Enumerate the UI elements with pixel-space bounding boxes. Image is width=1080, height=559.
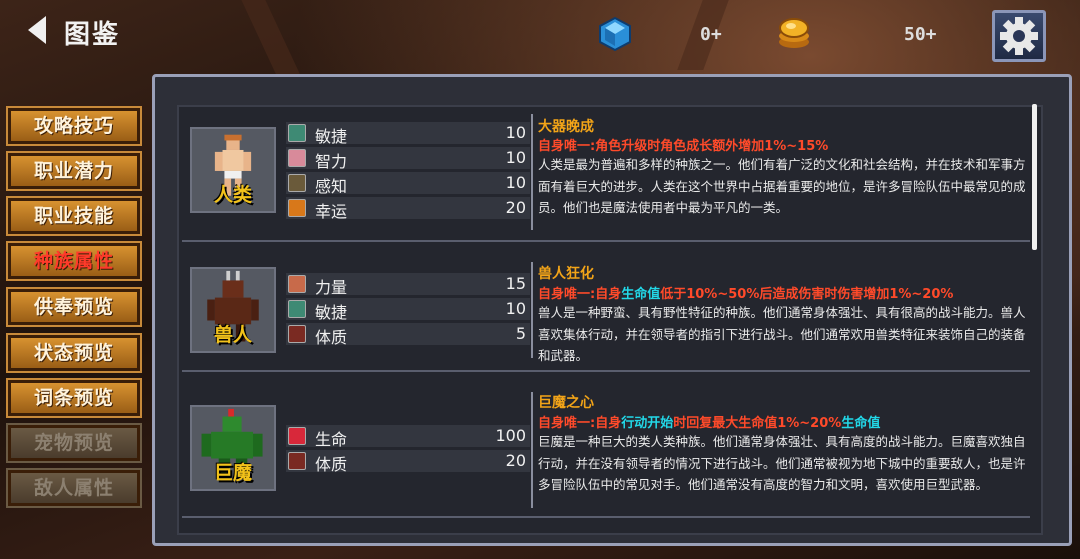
constitution-icon [288, 325, 306, 343]
luck-icon [288, 199, 306, 217]
trait-text: 低于10%~50%后造成伤害时伤害增加1%~20% [660, 287, 954, 302]
trait-text: 自身唯一:自身 [538, 416, 622, 431]
stat-name: 生命 [315, 430, 348, 449]
row-divider [182, 516, 1030, 518]
coin-icon [779, 18, 809, 48]
stat-name: 敏捷 [315, 303, 348, 322]
trait-keyword: 行动开始 [621, 416, 674, 431]
stat-value: 5 [515, 324, 526, 343]
gem-count[interactable]: 0+ [700, 24, 722, 45]
stat-value: 15 [505, 274, 526, 293]
trait-keyword: 生命值 [841, 416, 881, 431]
stat-name: 幸运 [315, 202, 348, 221]
trait-keyword: 生命值 [621, 287, 661, 302]
race-description: 人类是最为普遍和多样的种族之一。他们有着广泛的文化和社会结构，并在技术和军事方面… [538, 157, 1026, 215]
column-divider [531, 114, 533, 230]
column-divider [531, 392, 533, 508]
stat-name: 感知 [315, 177, 348, 196]
heart-icon [288, 427, 306, 445]
perception-icon [288, 174, 306, 192]
trait-title: 巨魔之心 [538, 395, 594, 411]
stat-value: 10 [505, 123, 526, 142]
menu-strategy[interactable]: 攻略技巧 [6, 106, 142, 146]
stat-row: 生命 100 [286, 425, 530, 449]
stat-row: 幸运 20 [286, 197, 530, 221]
agility-icon [288, 124, 306, 142]
trait-text: 时回复最大生命值1%~20% [673, 416, 842, 431]
strength-icon [288, 275, 306, 293]
race-portrait-troll[interactable]: 巨魔 [190, 405, 276, 491]
stat-value: 20 [505, 451, 526, 470]
column-divider [531, 262, 533, 358]
trait-effect: 自身唯一:角色升级时角色成长额外增加1%~15% [538, 135, 828, 154]
stat-name: 体质 [315, 328, 348, 347]
menu-race-attributes[interactable]: 种族属性 [6, 241, 142, 281]
stat-value: 10 [505, 148, 526, 167]
gear-icon [1000, 17, 1038, 55]
stat-value: 20 [505, 198, 526, 217]
stat-row: 敏捷 10 [286, 298, 530, 322]
race-name: 兽人 [213, 324, 252, 346]
race-name: 巨魔 [213, 462, 252, 484]
stat-row: 敏捷 10 [286, 122, 530, 146]
race-name: 人类 [213, 184, 252, 206]
race-description: 巨魔是一种巨大的类人类种族。他们通常身体强壮、具有高度的战斗能力。巨魔喜欢独自行… [538, 434, 1026, 492]
stat-value: 10 [505, 173, 526, 192]
trait-title: 兽人狂化 [538, 266, 594, 282]
settings-button[interactable] [992, 10, 1046, 62]
trait-title: 大器晚成 [538, 119, 594, 135]
page-title: 图鉴 [64, 20, 121, 50]
stat-name: 智力 [315, 152, 348, 171]
trait-text: 自身唯一:角色升级时角色成长额外增加1%~15% [538, 139, 829, 154]
stat-name: 力量 [315, 278, 348, 297]
top-bar: 图鉴 0+ 50+ [0, 0, 1080, 66]
stat-row: 感知 10 [286, 172, 530, 196]
menu-class-potential[interactable]: 职业潜力 [6, 151, 142, 191]
row-divider [182, 370, 1030, 372]
stat-name: 体质 [315, 455, 348, 474]
trait-effect: 自身唯一:自身生命值低于10%~50%后造成伤害时伤害增加1%~20% [538, 283, 953, 302]
gem-icon [599, 16, 631, 52]
stat-value: 10 [505, 299, 526, 318]
race-description: 兽人是一种野蛮、具有野性特征的种族。他们通常身体强壮、具有很高的战斗能力。兽人喜… [538, 305, 1026, 363]
race-portrait-orc[interactable]: 兽人 [190, 267, 276, 353]
trait-text: 自身唯一:自身 [538, 287, 622, 302]
menu-enemy-attributes[interactable]: 敌人属性 [6, 468, 142, 508]
stat-row: 力量 15 [286, 273, 530, 297]
agility-icon [288, 300, 306, 318]
brain-icon [288, 149, 306, 167]
stat-value: 100 [495, 426, 526, 445]
menu-status-preview[interactable]: 状态预览 [6, 333, 142, 373]
menu-affix-preview[interactable]: 词条预览 [6, 378, 142, 418]
menu-pet-preview[interactable]: 宠物预览 [6, 423, 142, 463]
stat-row: 智力 10 [286, 147, 530, 171]
stat-name: 敏捷 [315, 127, 348, 146]
stat-row: 体质 5 [286, 323, 530, 347]
coin-count[interactable]: 50+ [904, 24, 937, 45]
back-arrow-icon[interactable] [28, 16, 46, 44]
menu-offering-preview[interactable]: 供奉预览 [6, 287, 142, 327]
trait-effect: 自身唯一:自身行动开始时回复最大生命值1%~20%生命值 [538, 412, 880, 431]
scrollbar[interactable] [1032, 104, 1037, 250]
stat-row: 体质 20 [286, 450, 530, 474]
row-divider [182, 240, 1030, 242]
menu-class-skills[interactable]: 职业技能 [6, 196, 142, 236]
constitution-icon [288, 452, 306, 470]
race-portrait-human[interactable]: 人类 [190, 127, 276, 213]
